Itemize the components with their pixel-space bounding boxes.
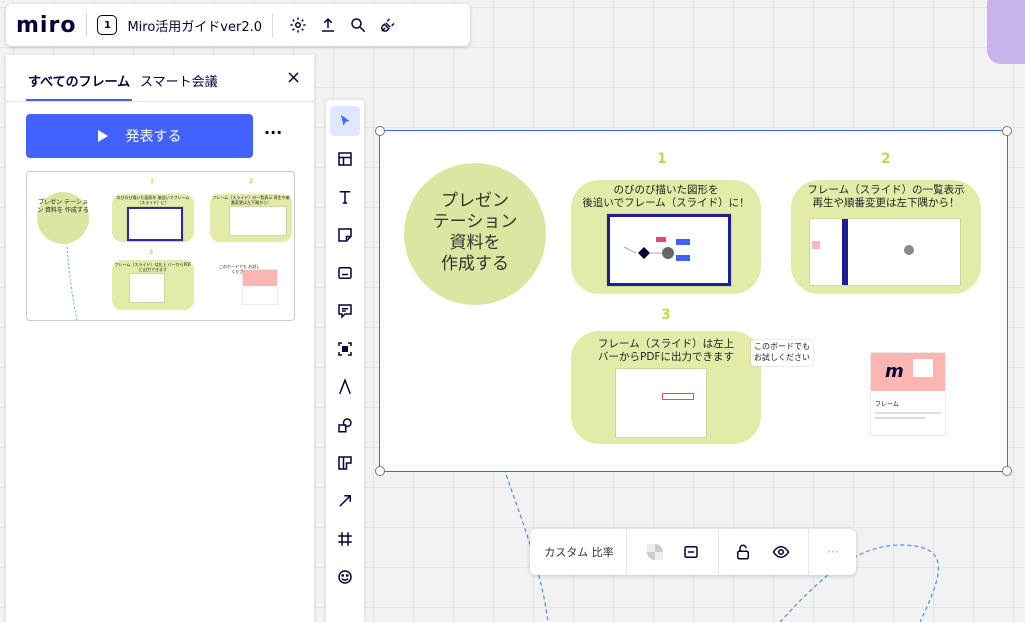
try-note-text: このボードでも お試しください [751, 341, 813, 363]
search-icon[interactable] [343, 10, 373, 40]
play-circle-icon [904, 245, 914, 255]
sticky-note-icon[interactable] [330, 220, 360, 250]
miro-m-logo-icon: m [885, 361, 904, 382]
emoji-sticker-icon[interactable] [330, 562, 360, 592]
resize-handle-bottom-right[interactable] [1002, 466, 1012, 476]
present-label: 発表する [125, 129, 182, 145]
try-note[interactable]: このボードでも お試しください [751, 340, 813, 366]
step-3-caption: フレーム（スライド）は左上 バーからPDFに出力できます [571, 338, 761, 364]
presentation-circle-text: プレゼン テーション 資料を 作成する [404, 191, 546, 275]
creation-toolbar [326, 100, 364, 622]
comment-icon[interactable] [330, 296, 360, 326]
integrations-plug-icon[interactable] [373, 10, 403, 40]
step-2-caption: フレーム（スライド）の一覧表示 再生や順番変更は左下隅から！ [791, 184, 981, 210]
card-text-line [875, 417, 925, 419]
thumb-connector [66, 246, 78, 320]
tab-divider [6, 101, 314, 102]
arrow-connector-icon[interactable] [330, 486, 360, 516]
circle-line: テーション [432, 212, 518, 232]
step-3-screenshot[interactable] [616, 369, 706, 437]
frame-info-card[interactable]: m フレーム [871, 353, 945, 435]
selected-frame[interactable]: プレゼン テーション 資料を 作成する 1 2 3 のびのび描いた図形を 後追い… [375, 126, 1012, 476]
crop-frame-icon[interactable] [330, 524, 360, 554]
caption-line: のびのび描いた図形を [613, 184, 719, 196]
export-upload-icon[interactable] [313, 10, 343, 40]
visibility-eye-icon[interactable] [766, 537, 796, 567]
caption-line: フレーム（スライド）は左上 [597, 338, 735, 350]
divider [626, 529, 627, 575]
step-1-caption: のびのび描いた図形を 後追いでフレーム（スライド）に！ [571, 184, 761, 210]
step-number-2: 2 [881, 151, 891, 167]
lock-open-icon[interactable] [728, 537, 758, 567]
caption-line: 再生や順番変更は左下隅から！ [812, 197, 960, 209]
circle-line: プレゼン [441, 191, 509, 211]
frame-context-menu: カスタム 比率 ··· [530, 529, 856, 575]
frame-style-icon[interactable] [676, 537, 706, 567]
step-1-diagram [623, 237, 690, 261]
card-icon[interactable] [330, 258, 360, 288]
circle-line: 作成する [441, 254, 509, 274]
top-bar: miro 1 Miro活用ガイドver2.0 [6, 4, 470, 46]
card-title: フレーム [875, 401, 899, 408]
custom-aspect-ratio-dropdown[interactable]: カスタム 比率 [542, 537, 616, 567]
resize-handle-bottom-left[interactable] [375, 466, 385, 476]
card-header: m [871, 353, 945, 391]
step-2-screenshot[interactable] [810, 219, 960, 285]
close-panel-icon[interactable]: × [286, 67, 301, 88]
frame-thumbnail[interactable]: プレゼン テーション 資料を 作成する 1 2 3 のびのび描いた図形を 後追い… [26, 171, 295, 321]
select-cursor-icon[interactable] [330, 106, 360, 136]
card-logo-badge [913, 359, 933, 377]
caption-line: バーからPDFに出力できます [598, 351, 734, 363]
resize-handle-top-right[interactable] [1002, 126, 1012, 136]
transparent-pattern [647, 544, 663, 560]
frame-tool-icon[interactable] [330, 334, 360, 364]
templates-icon[interactable] [330, 144, 360, 174]
divider [718, 529, 719, 575]
miro-logo[interactable]: miro [16, 13, 76, 38]
step-1-screenshot[interactable] [607, 214, 731, 286]
more-actions-icon[interactable]: ··· [818, 537, 848, 567]
more-options-icon[interactable]: ··· [264, 123, 282, 142]
divider [86, 13, 88, 37]
text-tool-icon[interactable] [330, 182, 360, 212]
note-line: お試しください [754, 353, 810, 362]
step-number-1: 1 [657, 151, 667, 167]
caption-line: フレーム（スライド）の一覧表示 [807, 184, 965, 196]
board-shield-badge[interactable]: 1 [97, 15, 118, 35]
resize-handle-top-left[interactable] [375, 126, 385, 136]
highlighted-menu-item [662, 393, 694, 400]
settings-gear-icon[interactable] [283, 10, 313, 40]
play-icon [97, 130, 108, 142]
tab-smart-meeting[interactable]: スマート会議 [140, 71, 218, 90]
screenshot-sidebar-strip [842, 219, 848, 285]
divider [272, 13, 273, 37]
background-color-icon[interactable] [640, 537, 670, 567]
tab-all-frames[interactable]: すべてのフレーム [28, 71, 130, 90]
note-line: このボードでも [754, 342, 810, 351]
pen-icon[interactable] [330, 372, 360, 402]
present-button[interactable]: 発表する [26, 114, 253, 158]
board-title[interactable]: Miro活用ガイドver2.0 [127, 16, 262, 35]
circle-line: 資料を [449, 233, 501, 253]
card-text-line [875, 412, 941, 414]
shapes-icon[interactable] [330, 410, 360, 440]
screenshot-pink-chip [812, 241, 820, 249]
frames-panel: すべてのフレーム スマート会議 × 発表する ··· プレゼン テーション 資料… [6, 55, 314, 622]
caption-line: 後追いでフレーム（スライド）に！ [582, 197, 750, 209]
divider [808, 529, 809, 575]
kanban-icon[interactable] [330, 448, 360, 478]
step-number-3: 3 [661, 307, 671, 323]
board-badge-number: 1 [103, 19, 111, 31]
